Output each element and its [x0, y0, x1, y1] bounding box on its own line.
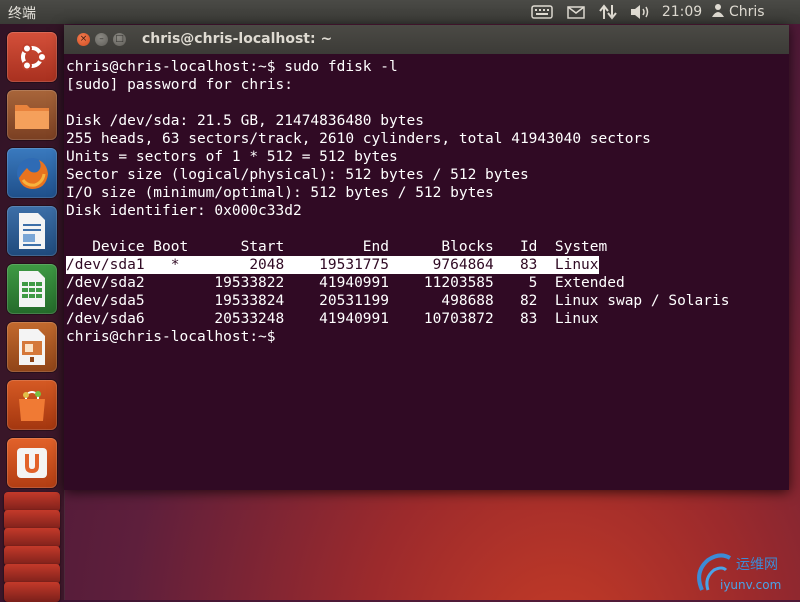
- minimize-button[interactable]: –: [95, 33, 108, 46]
- partition-row: /dev/sda6 20533248 41940991 10703872 83 …: [66, 311, 599, 327]
- terminal-line: [sudo] password for chris:: [66, 77, 293, 93]
- active-app-title: 终端: [8, 6, 36, 22]
- terminal-line: Sector size (logical/physical): 512 byte…: [66, 167, 529, 183]
- terminal-line: Units = sectors of 1 * 512 = 512 bytes: [66, 149, 398, 165]
- terminal-window[interactable]: × – □ chris@chris-localhost: ~ chris@chr…: [64, 25, 789, 490]
- firefox-button[interactable]: [7, 148, 57, 198]
- terminal-line: Disk identifier: 0x000c33d2: [66, 203, 302, 219]
- volume-icon[interactable]: [628, 3, 652, 21]
- ubuntu-logo-icon: [21, 43, 47, 71]
- maximize-icon: □: [115, 34, 124, 44]
- clock[interactable]: 21:09: [661, 3, 703, 21]
- user-icon: [712, 3, 724, 21]
- ubuntu-one-icon: [17, 448, 47, 478]
- terminal-line: I/O size (minimum/optimal): 512 bytes / …: [66, 185, 494, 201]
- ubuntu-one-button[interactable]: [7, 438, 57, 488]
- user-menu[interactable]: Chris: [712, 3, 796, 21]
- shell-prompt[interactable]: chris@chris-localhost:~$: [66, 328, 284, 346]
- firefox-icon: [17, 158, 48, 189]
- maximize-button[interactable]: □: [113, 33, 126, 46]
- stacked-launcher-item: [4, 546, 60, 566]
- window-titlebar[interactable]: × – □ chris@chris-localhost: ~: [64, 25, 789, 54]
- launcher: [0, 24, 65, 602]
- terminal-line: chris@chris-localhost:~$ sudo fdisk -l: [66, 59, 398, 75]
- terminal-output[interactable]: chris@chris-localhost:~$ sudo fdisk -l […: [66, 55, 787, 488]
- watermark-text: 运维网: [736, 557, 778, 573]
- window-title: chris@chris-localhost: ~: [142, 31, 333, 47]
- watermark: 运维网 iyunv.com: [694, 548, 798, 598]
- watermark-url: iyunv.com: [720, 578, 782, 592]
- close-button[interactable]: ×: [77, 33, 90, 46]
- calc-spreadsheet-icon: [19, 271, 45, 307]
- close-icon: ×: [79, 34, 88, 44]
- libreoffice-writer-button[interactable]: [7, 206, 57, 256]
- top-panel: 终端 21:09 Chris: [0, 0, 800, 24]
- impress-presentation-icon: [19, 329, 45, 365]
- files-button[interactable]: [7, 90, 57, 140]
- stacked-launcher-item: [4, 564, 60, 584]
- stacked-launcher-item: [4, 582, 60, 602]
- launcher-overflow-stack[interactable]: [4, 492, 60, 602]
- stacked-launcher-item: [4, 528, 60, 548]
- partition-row: /dev/sda2 19533822 41940991 11203585 5 E…: [66, 275, 625, 291]
- terminal-line: Disk /dev/sda: 21.5 GB, 21474836480 byte…: [66, 113, 424, 129]
- network-icon[interactable]: [598, 3, 618, 21]
- software-center-button[interactable]: [7, 380, 57, 430]
- mail-icon[interactable]: [566, 3, 586, 21]
- user-name: Chris: [729, 4, 765, 20]
- partition-table-header: Device Boot Start End Blocks Id System: [66, 239, 608, 255]
- writer-document-icon: [19, 213, 45, 249]
- stacked-launcher-item: [4, 510, 60, 530]
- dash-home-button[interactable]: [7, 32, 57, 82]
- shopping-bag-icon: [19, 391, 45, 421]
- stacked-launcher-item: [4, 492, 60, 512]
- minimize-icon: –: [99, 34, 104, 44]
- terminal-line: 255 heads, 63 sectors/track, 2610 cylind…: [66, 131, 651, 147]
- libreoffice-impress-button[interactable]: [7, 322, 57, 372]
- partition-row-selected[interactable]: /dev/sda1 * 2048 19531775 9764864 83 Lin…: [66, 256, 599, 274]
- folder-icon: [15, 105, 49, 129]
- partition-row: /dev/sda5 19533824 20531199 498688 82 Li…: [66, 293, 730, 309]
- keyboard-icon[interactable]: [530, 3, 554, 21]
- libreoffice-calc-button[interactable]: [7, 264, 57, 314]
